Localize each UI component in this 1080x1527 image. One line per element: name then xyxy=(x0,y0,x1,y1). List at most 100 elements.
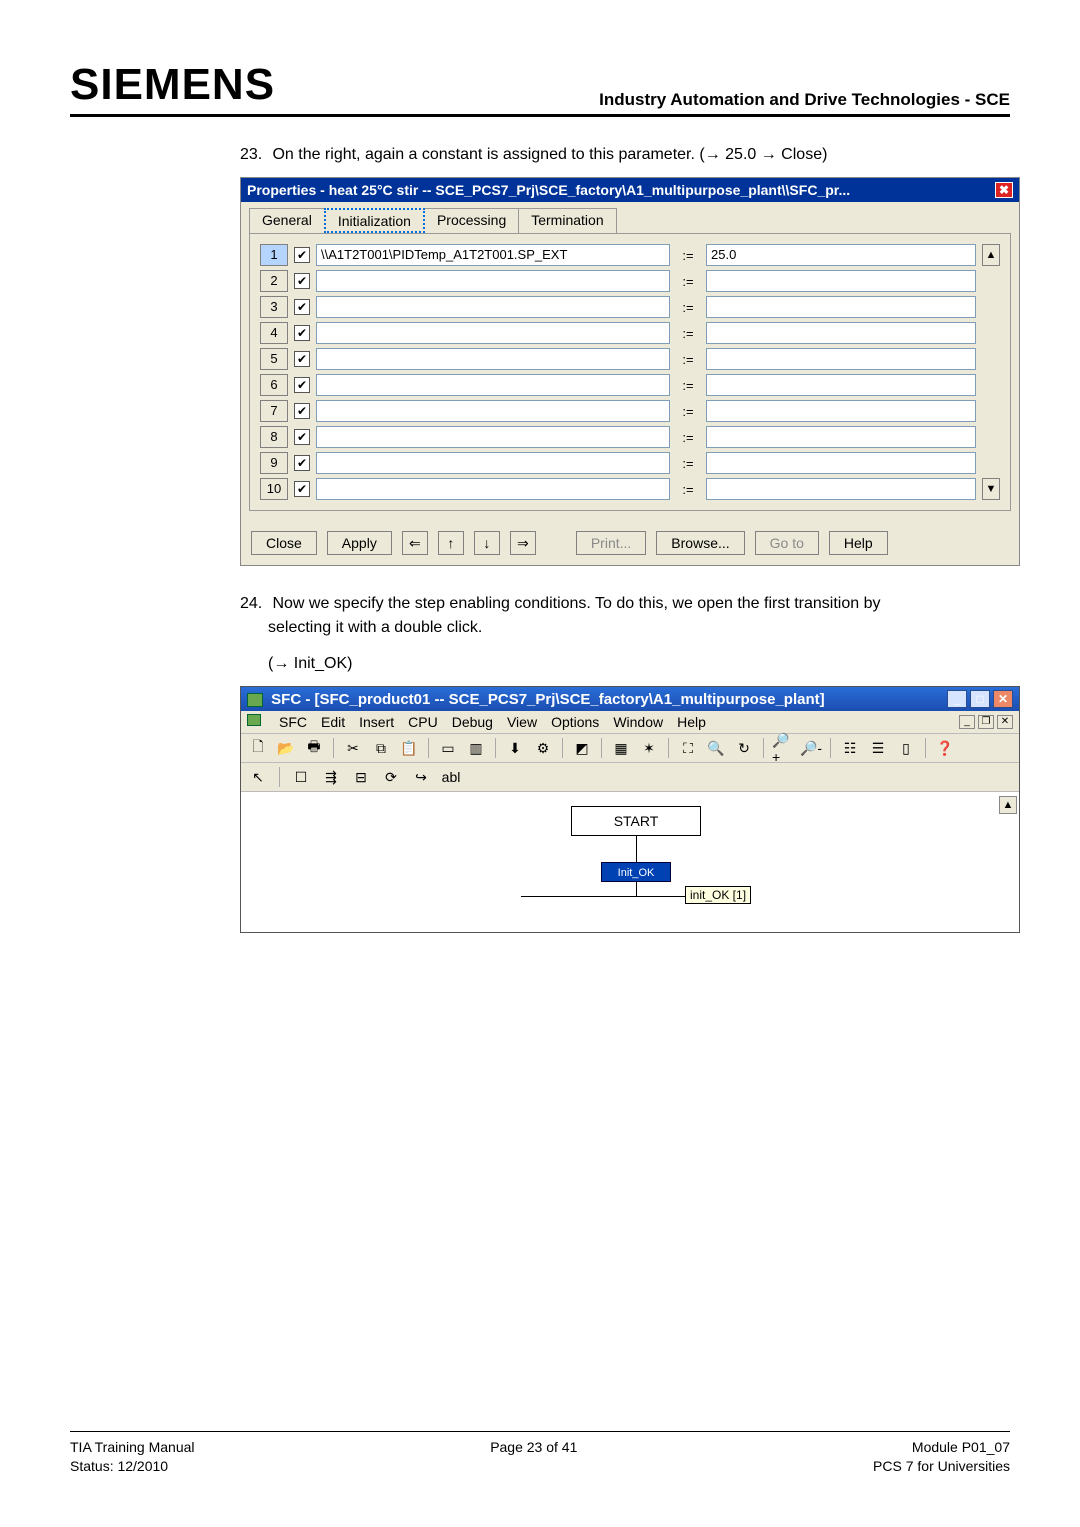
left-operand-input[interactable] xyxy=(316,322,670,344)
left-operand-input[interactable] xyxy=(316,296,670,318)
print-button[interactable]: Print... xyxy=(576,531,646,555)
nav-down-icon[interactable]: ↓ xyxy=(474,531,500,555)
right-operand-input[interactable] xyxy=(706,322,976,344)
row-index[interactable]: 1 xyxy=(260,244,288,266)
refresh-icon[interactable]: ↻ xyxy=(733,738,755,758)
sfc-parallel-icon[interactable]: ⇶ xyxy=(320,767,342,787)
scroll-up-icon[interactable]: ▲ xyxy=(982,244,1000,266)
menu-edit[interactable]: Edit xyxy=(321,714,345,730)
menu-window[interactable]: Window xyxy=(613,714,663,730)
scroll-up-icon[interactable]: ▲ xyxy=(999,796,1017,814)
right-operand-input[interactable] xyxy=(706,478,976,500)
tool-icon[interactable]: ▯ xyxy=(895,738,917,758)
nav-left-icon[interactable]: ⇐ xyxy=(402,531,428,555)
sfc-canvas[interactable]: START Init_OK init_OK [1] ▲ xyxy=(241,792,1019,932)
menu-options[interactable]: Options xyxy=(551,714,599,730)
sfc-jump-icon[interactable]: ↪ xyxy=(410,767,432,787)
zoom-fit-icon[interactable]: ⛶ xyxy=(677,738,699,758)
copy-icon[interactable]: ⧉ xyxy=(370,738,392,758)
left-operand-input[interactable] xyxy=(316,452,670,474)
sfc-alt-icon[interactable]: ⊟ xyxy=(350,767,372,787)
right-operand-input[interactable] xyxy=(706,400,976,422)
right-operand-input[interactable] xyxy=(706,374,976,396)
right-operand-input[interactable] xyxy=(706,270,976,292)
tool-icon[interactable]: ▦ xyxy=(610,738,632,758)
menu-sfc[interactable]: SFC xyxy=(279,714,307,730)
mdi-minimize-icon[interactable]: _ xyxy=(959,715,975,729)
zoom-area-icon[interactable]: 🔍 xyxy=(705,738,727,758)
right-operand-input[interactable] xyxy=(706,426,976,448)
right-operand-input[interactable] xyxy=(706,452,976,474)
row-checkbox[interactable]: ✔ xyxy=(294,325,310,341)
tab-general[interactable]: General xyxy=(249,208,325,233)
print-icon[interactable]: 🖶 xyxy=(303,738,325,758)
apply-button[interactable]: Apply xyxy=(327,531,392,555)
row-checkbox[interactable]: ✔ xyxy=(294,273,310,289)
row-index[interactable]: 9 xyxy=(260,452,288,474)
sfc-loop-icon[interactable]: ⟳ xyxy=(380,767,402,787)
tab-initialization[interactable]: Initialization xyxy=(324,208,425,233)
minimize-icon[interactable]: _ xyxy=(947,690,967,708)
sfc-transition-init-ok[interactable]: Init_OK xyxy=(601,862,671,882)
close-icon[interactable]: ✕ xyxy=(993,690,1013,708)
left-operand-input[interactable]: \\A1T2T001\PIDTemp_A1T2T001.SP_EXT xyxy=(316,244,670,266)
zoom-in-icon[interactable]: 🔎+ xyxy=(772,738,794,758)
left-operand-input[interactable] xyxy=(316,348,670,370)
menu-insert[interactable]: Insert xyxy=(359,714,394,730)
open-icon[interactable]: 📂 xyxy=(275,738,297,758)
sfc-text-icon[interactable]: abl xyxy=(440,767,462,787)
menu-cpu[interactable]: CPU xyxy=(408,714,438,730)
tab-processing[interactable]: Processing xyxy=(424,208,519,233)
left-operand-input[interactable] xyxy=(316,374,670,396)
sfc-step-start[interactable]: START xyxy=(571,806,701,836)
row-checkbox[interactable]: ✔ xyxy=(294,481,310,497)
help-icon[interactable]: ❓ xyxy=(934,738,956,758)
row-checkbox[interactable]: ✔ xyxy=(294,455,310,471)
tool-icon[interactable]: ▥ xyxy=(465,738,487,758)
row-checkbox[interactable]: ✔ xyxy=(294,247,310,263)
maximize-icon[interactable]: □ xyxy=(970,690,990,708)
paste-icon[interactable]: 📋 xyxy=(398,738,420,758)
new-icon[interactable]: 🗋 xyxy=(247,738,269,758)
row-index[interactable]: 10 xyxy=(260,478,288,500)
sfc-titlebar[interactable]: SFC - [SFC_product01 -- SCE_PCS7_Prj\SCE… xyxy=(241,687,1019,711)
close-icon[interactable]: ✖ xyxy=(995,182,1013,198)
row-index[interactable]: 4 xyxy=(260,322,288,344)
dialog-titlebar[interactable]: Properties - heat 25°C stir -- SCE_PCS7_… xyxy=(241,178,1019,202)
download-icon[interactable]: ⬇ xyxy=(504,738,526,758)
pointer-icon[interactable]: ↖ xyxy=(247,767,269,787)
row-checkbox[interactable]: ✔ xyxy=(294,351,310,367)
tab-termination[interactable]: Termination xyxy=(518,208,616,233)
menu-debug[interactable]: Debug xyxy=(452,714,493,730)
row-index[interactable]: 3 xyxy=(260,296,288,318)
close-button[interactable]: Close xyxy=(251,531,317,555)
menu-help[interactable]: Help xyxy=(677,714,706,730)
goto-button[interactable]: Go to xyxy=(755,531,819,555)
row-checkbox[interactable]: ✔ xyxy=(294,429,310,445)
mdi-restore-icon[interactable]: ❐ xyxy=(978,715,994,729)
right-operand-input[interactable] xyxy=(706,348,976,370)
zoom-out-icon[interactable]: 🔎- xyxy=(800,738,822,758)
tool-icon[interactable]: ◩ xyxy=(571,738,593,758)
row-checkbox[interactable]: ✔ xyxy=(294,377,310,393)
sfc-step-icon[interactable]: ☐ xyxy=(290,767,312,787)
row-index[interactable]: 2 xyxy=(260,270,288,292)
right-operand-input[interactable]: 25.0 xyxy=(706,244,976,266)
tool-icon[interactable]: ☷ xyxy=(839,738,861,758)
left-operand-input[interactable] xyxy=(316,426,670,448)
right-operand-input[interactable] xyxy=(706,296,976,318)
tool-icon[interactable]: ✶ xyxy=(638,738,660,758)
tool-icon[interactable]: ▭ xyxy=(437,738,459,758)
row-index[interactable]: 8 xyxy=(260,426,288,448)
left-operand-input[interactable] xyxy=(316,478,670,500)
tool-icon[interactable]: ☰ xyxy=(867,738,889,758)
compile-icon[interactable]: ⚙ xyxy=(532,738,554,758)
left-operand-input[interactable] xyxy=(316,270,670,292)
nav-up-icon[interactable]: ↑ xyxy=(438,531,464,555)
scroll-down-icon[interactable]: ▼ xyxy=(982,478,1000,500)
help-button[interactable]: Help xyxy=(829,531,888,555)
row-index[interactable]: 6 xyxy=(260,374,288,396)
left-operand-input[interactable] xyxy=(316,400,670,422)
row-checkbox[interactable]: ✔ xyxy=(294,403,310,419)
cut-icon[interactable]: ✂ xyxy=(342,738,364,758)
